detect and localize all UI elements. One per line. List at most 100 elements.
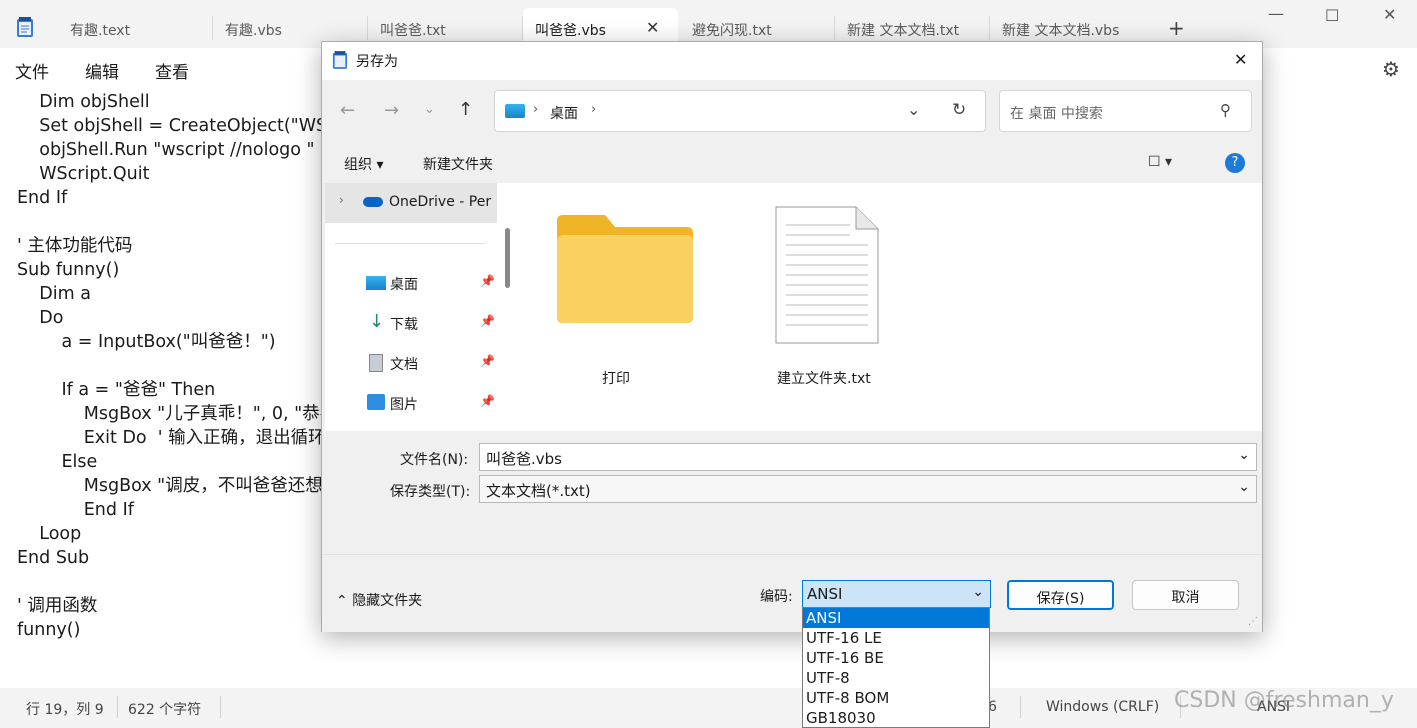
code-line[interactable]: Do xyxy=(17,306,337,330)
notepad-dialog-icon xyxy=(332,51,348,69)
filename-label: 文件名(N): xyxy=(400,452,469,468)
file-name: 建立文件夹.txt xyxy=(777,371,871,387)
encoding-option[interactable]: ANSI xyxy=(803,608,989,628)
code-line[interactable]: Dim objShell xyxy=(17,90,337,114)
nav-scrollbar[interactable] xyxy=(505,228,510,288)
cursor-position: 行 19，列 9 xyxy=(26,702,104,718)
code-line[interactable]: Dim a xyxy=(17,282,337,306)
nav-item-onedrive[interactable]: › OneDrive - Per xyxy=(325,183,497,223)
code-line[interactable]: Exit Do ' 输入正确，退出循环 xyxy=(17,426,337,450)
forward-arrow-icon[interactable]: → xyxy=(384,100,399,121)
code-line[interactable]: Loop xyxy=(17,522,337,546)
new-folder-button[interactable]: 新建文件夹 xyxy=(423,154,493,174)
maximize-icon[interactable]: ☐ xyxy=(1325,6,1339,25)
recent-chevron-icon[interactable]: ⌄ xyxy=(424,102,435,117)
up-arrow-icon[interactable]: ↑ xyxy=(458,99,473,120)
tab-6[interactable]: 新建 文本文档.txt xyxy=(835,16,990,40)
settings-gear-icon[interactable]: ⚙ xyxy=(1382,57,1400,81)
nav-item-documents[interactable]: 文档 📌 xyxy=(328,344,498,382)
encoding-value: ANSI xyxy=(807,585,843,603)
code-line[interactable]: funny() xyxy=(17,618,337,642)
breadcrumb-chevron-icon: › xyxy=(533,102,539,117)
file-list: 打印 建立文件夹.txt xyxy=(517,183,1262,431)
filetype-select[interactable]: 文本文档(*.txt) ⌄ xyxy=(479,475,1257,503)
code-line[interactable]: objShell.Run "wscript //nologo " xyxy=(17,138,337,162)
file-item-text[interactable]: 建立文件夹.txt xyxy=(747,206,897,388)
desktop-icon xyxy=(505,104,525,118)
code-line[interactable]: ' 主体功能代码 xyxy=(17,234,337,258)
dialog-close-icon[interactable]: ✕ xyxy=(1234,50,1247,69)
tab-3[interactable]: 叫爸爸.txt xyxy=(368,16,523,40)
cancel-button[interactable]: 取消 xyxy=(1132,580,1239,610)
text-file-icon xyxy=(775,206,879,344)
tab-2[interactable]: 有趣.vbs xyxy=(213,16,368,40)
code-line[interactable] xyxy=(17,354,337,378)
code-line[interactable]: ' 调用函数 xyxy=(17,594,337,618)
tab-1[interactable]: 有趣.text xyxy=(58,16,213,40)
code-line[interactable]: Sub funny() xyxy=(17,258,337,282)
help-icon[interactable]: ? xyxy=(1225,153,1245,173)
pin-icon[interactable]: 📌 xyxy=(480,354,495,368)
code-line[interactable]: WScript.Quit xyxy=(17,162,337,186)
breadcrumb-chevron-icon: › xyxy=(591,102,597,117)
code-line[interactable]: End If xyxy=(17,186,337,210)
encoding-option[interactable]: UTF-16 LE xyxy=(803,628,989,648)
watermark: CSDN @freshman_y xyxy=(1174,688,1394,713)
encoding-option[interactable]: UTF-16 BE xyxy=(803,648,989,668)
encoding-select[interactable]: ANSI ⌄ xyxy=(802,580,991,608)
minimize-icon[interactable]: — xyxy=(1268,4,1284,23)
code-content[interactable]: Dim objShell Set objShell = CreateObject… xyxy=(17,90,337,642)
filetype-value: 文本文档(*.txt) xyxy=(486,482,591,500)
breadcrumb-desktop[interactable]: 桌面 xyxy=(550,103,578,123)
code-line[interactable] xyxy=(17,210,337,234)
encoding-option[interactable]: UTF-8 xyxy=(803,668,989,688)
new-tab-button[interactable]: + xyxy=(1168,16,1185,40)
encoding-dropdown-list[interactable]: ANSI UTF-16 LE UTF-16 BE UTF-8 UTF-8 BOM GB18… xyxy=(802,607,990,728)
address-bar[interactable]: › 桌面 › ⌄ ↻ xyxy=(494,90,986,132)
menu-file[interactable]: 文件 xyxy=(15,58,49,83)
char-count: 622 个字符 xyxy=(128,702,202,718)
nav-item-pictures[interactable]: 图片 📌 xyxy=(328,384,498,422)
encoding-option[interactable]: UTF-8 BOM xyxy=(803,688,989,708)
code-line[interactable]: If a = "爸爸" Then xyxy=(17,378,337,402)
refresh-icon[interactable]: ↻ xyxy=(952,100,966,120)
file-item-folder[interactable]: 打印 xyxy=(547,208,697,388)
expand-chevron-icon[interactable]: › xyxy=(339,193,344,207)
code-line[interactable]: End If xyxy=(17,498,337,522)
nav-item-desktop[interactable]: 桌面 📌 xyxy=(328,264,498,302)
view-options-icon[interactable]: ☐ ▾ xyxy=(1148,154,1172,170)
tab-close-icon[interactable]: ✕ xyxy=(646,18,659,37)
back-arrow-icon[interactable]: ← xyxy=(340,100,355,121)
nav-downloads-label: 下载 xyxy=(390,317,418,333)
save-button[interactable]: 保存(S) xyxy=(1007,580,1114,610)
pin-icon[interactable]: 📌 xyxy=(480,314,495,328)
hide-folders-toggle[interactable]: ⌃ 隐藏文件夹 xyxy=(336,590,422,610)
nav-divider xyxy=(335,243,485,244)
encoding-option[interactable]: GB18030 xyxy=(803,708,989,728)
encoding-label: 编码: xyxy=(760,589,793,605)
menu-view[interactable]: 查看 xyxy=(155,58,189,83)
pin-icon[interactable]: 📌 xyxy=(480,394,495,408)
menu-edit[interactable]: 编辑 xyxy=(85,58,119,83)
pin-icon[interactable]: 📌 xyxy=(480,274,495,288)
address-dropdown-icon[interactable]: ⌄ xyxy=(907,100,920,119)
code-line[interactable]: MsgBox "调皮，不叫爸爸还想 xyxy=(17,474,337,498)
code-line[interactable]: a = InputBox("叫爸爸！") xyxy=(17,330,337,354)
chevron-down-icon[interactable]: ⌄ xyxy=(1238,479,1250,495)
navigation-pane: › OneDrive - Per 桌面 📌 ↓ 下载 📌 文档 📌 图片 📌 xyxy=(325,183,517,431)
nav-desktop-label: 桌面 xyxy=(390,277,418,293)
code-line[interactable]: Set objShell = CreateObject("WSc xyxy=(17,114,337,138)
code-line[interactable]: MsgBox "儿子真乖！", 0, "恭喜 xyxy=(17,402,337,426)
filename-input[interactable]: 叫爸爸.vbs ⌄ xyxy=(479,443,1257,471)
resize-grip-icon[interactable]: ⋰ xyxy=(1248,616,1258,627)
chevron-down-icon[interactable]: ⌄ xyxy=(1238,447,1250,463)
tab-5[interactable]: 避免闪现.txt xyxy=(680,16,835,40)
hide-folders-label: 隐藏文件夹 xyxy=(352,593,423,609)
code-line[interactable]: Else xyxy=(17,450,337,474)
code-line[interactable]: End Sub xyxy=(17,546,337,570)
code-line[interactable] xyxy=(17,570,337,594)
nav-item-downloads[interactable]: ↓ 下载 📌 xyxy=(328,304,498,342)
close-window-icon[interactable]: ✕ xyxy=(1383,5,1396,24)
search-box[interactable]: 在 桌面 中搜索 ⚲ xyxy=(999,90,1252,132)
organize-menu[interactable]: 组织 ▾ xyxy=(344,154,383,174)
